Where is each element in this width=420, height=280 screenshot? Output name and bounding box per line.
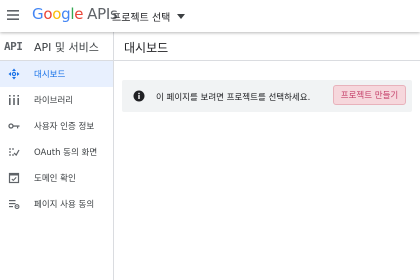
sidebar-title: API 및 서비스 [34,41,99,54]
caret-down-icon [177,14,186,19]
sidebar-item-dashboard[interactable]: 대시보드 [0,61,113,87]
sidebar-item-page-usage-agreement[interactable]: 페이지 사용 동의 [0,191,113,217]
consent-screen-icon [9,148,20,156]
sidebar-item-credentials[interactable]: 사용자 인증 정보 [0,113,113,139]
page-usage-agreement-icon [9,200,20,210]
notice-text: 이 페이지를 보려면 프로젝트를 선택하세요. [156,93,311,103]
sidebar-item-label: 대시보드 [34,70,66,80]
logo-letter: o [52,5,62,23]
sidebar-item-library[interactable]: 라이브러리 [0,87,113,113]
logo-letter: e [74,5,84,23]
sidebar-item-label: 라이브러리 [34,96,74,106]
hamburger-menu-icon[interactable] [6,8,20,22]
top-app-bar: Google APIs 프로젝트 선택 [0,0,420,32]
sidebar-item-label: 사용자 인증 정보 [34,122,95,132]
sidebar-item-label: 도메인 확인 [34,174,76,184]
logo-letter: G [32,5,44,23]
info-icon [133,90,145,102]
page-title: 대시보드 [124,41,169,55]
google-apis-logo[interactable]: Google APIs [32,5,118,23]
project-selector-label: 프로젝트 선택 [112,13,171,24]
sidebar-item-domain-verification[interactable]: 도메인 확인 [0,165,113,191]
main-content: 대시보드 이 페이지를 보려면 프로젝트를 선택하세요. 프로젝트 만들기 [114,32,420,280]
api-badge-icon: API [4,40,23,53]
key-icon [8,123,20,129]
dashboard-icon [8,68,20,80]
logo-letter: o [43,5,53,23]
page-header: 대시보드 [114,32,420,61]
logo-letter: g [61,5,71,23]
sidebar-nav: API API 및 서비스 대시보드 라이브러리 사용자 인증 정보 OAuth… [0,32,114,280]
library-icon [9,95,19,105]
sidebar-item-label: 페이지 사용 동의 [34,200,95,210]
domain-verification-icon [8,172,20,184]
sidebar-item-oauth-consent[interactable]: OAuth 동의 화면 [0,139,113,165]
sidebar-item-label: OAuth 동의 화면 [34,148,98,158]
create-project-button[interactable]: 프로젝트 만들기 [333,85,406,105]
select-project-notice: 이 페이지를 보려면 프로젝트를 선택하세요. 프로젝트 만들기 [122,80,412,112]
sidebar-header: API API 및 서비스 [0,32,113,61]
project-selector[interactable]: 프로젝트 선택 [112,9,186,24]
